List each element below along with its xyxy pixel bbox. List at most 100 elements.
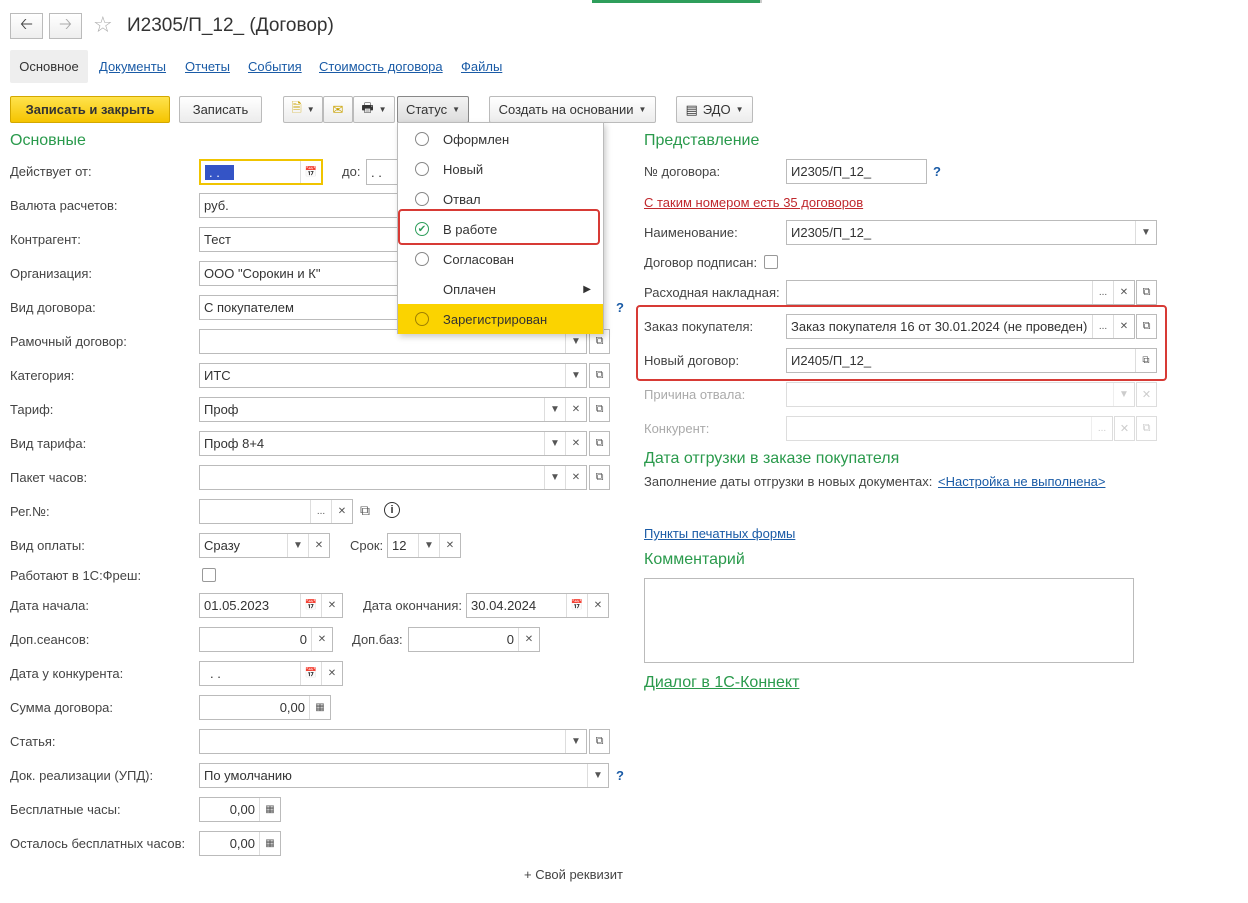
dropdown-icon[interactable]: ▼ [565, 730, 586, 753]
dropdown-icon[interactable]: ▼ [1135, 221, 1156, 244]
calculator-icon[interactable]: ▦ [259, 798, 280, 821]
start-date-field[interactable]: 01.05.2023 📅 ✕ [199, 593, 343, 618]
counterparty-field[interactable]: Тест [199, 227, 398, 252]
clear-icon[interactable]: ✕ [439, 534, 460, 557]
copy-icon[interactable]: ⧉ [360, 502, 370, 519]
sum-field[interactable]: 0,00 ▦ [199, 695, 331, 720]
end-date-field[interactable]: 30.04.2024 📅 ✕ [466, 593, 609, 618]
status-item-registered[interactable]: Зарегистрирован [398, 304, 603, 334]
clear-icon[interactable]: ✕ [518, 628, 539, 651]
clear-icon[interactable]: ✕ [565, 466, 586, 489]
tab-events[interactable]: События [248, 59, 302, 74]
clear-icon[interactable]: ✕ [587, 594, 608, 617]
dropdown-icon[interactable]: ▼ [418, 534, 439, 557]
fresh-checkbox[interactable] [202, 568, 216, 582]
clear-icon[interactable]: ✕ [565, 398, 586, 421]
regno-field[interactable]: ... ✕ [199, 499, 353, 524]
competitor-date-field[interactable]: . . 📅 ✕ [199, 661, 343, 686]
duplicate-number-warning[interactable]: С таким номером есть 35 договоров [644, 195, 863, 210]
tariff-type-field[interactable]: Проф 8+4 ▼ ✕ [199, 431, 587, 456]
edo-button[interactable]: ▤ ЭДО ▼ [676, 96, 753, 123]
category-field[interactable]: ИТС ▼ [199, 363, 587, 388]
dropdown-icon[interactable]: ▼ [544, 432, 565, 455]
order-field[interactable]: Заказ покупателя 16 от 30.01.2024 (не пр… [786, 314, 1135, 339]
calculator-icon[interactable]: ▦ [259, 832, 280, 855]
term-field[interactable]: 12 ▼ ✕ [387, 533, 461, 558]
ship-settings-link[interactable]: <Настройка не выполнена> [938, 474, 1105, 489]
hours-pack-field[interactable]: ▼ ✕ [199, 465, 587, 490]
calendar-icon[interactable]: 📅 [300, 161, 321, 183]
create-doc-button[interactable]: 🗎 ▼ [283, 96, 323, 123]
open-icon[interactable]: ⧉ [589, 465, 610, 490]
open-icon[interactable]: ⧉ [1135, 349, 1156, 372]
tab-documents[interactable]: Документы [99, 59, 166, 74]
open-icon[interactable]: ⧉ [589, 729, 610, 754]
connect-dialog-link[interactable]: Диалог в 1С-Коннект [644, 674, 799, 692]
clear-icon[interactable]: ✕ [331, 500, 352, 523]
dropdown-icon[interactable]: ▼ [287, 534, 308, 557]
new-contract-field[interactable]: И2405/П_12_ ⧉ [786, 348, 1157, 373]
custom-prop-link[interactable]: + Свой реквизит [524, 867, 623, 882]
status-item-agreed[interactable]: Согласован [398, 244, 603, 274]
clear-icon[interactable]: ✕ [321, 594, 342, 617]
email-button[interactable]: ✉ [323, 96, 353, 123]
invoice-field[interactable]: ... ✕ [786, 280, 1135, 305]
currency-field[interactable]: руб. [199, 193, 398, 218]
clear-icon[interactable]: ✕ [311, 628, 332, 651]
select-icon[interactable]: ... [1092, 281, 1113, 304]
calendar-icon[interactable]: 📅 [566, 594, 587, 617]
tariff-field[interactable]: Проф ▼ ✕ [199, 397, 587, 422]
calculator-icon[interactable]: ▦ [309, 696, 330, 719]
upd-field[interactable]: По умолчанию ▼ [199, 763, 609, 788]
save-and-close-button[interactable]: Записать и закрыть [10, 96, 170, 123]
save-button[interactable]: Записать [179, 96, 262, 123]
open-icon[interactable]: ⧉ [589, 397, 610, 422]
to-field[interactable]: . . [366, 159, 398, 185]
status-item-new[interactable]: Новый [398, 154, 603, 184]
article-field[interactable]: ▼ [199, 729, 587, 754]
clear-icon[interactable]: ✕ [1113, 315, 1134, 338]
select-icon[interactable]: ... [310, 500, 331, 523]
name-field[interactable]: И2305/П_12_ ▼ [786, 220, 1157, 245]
sessions-field[interactable]: 0 ✕ [199, 627, 333, 652]
select-icon[interactable]: ... [1092, 315, 1113, 338]
clear-icon[interactable]: ✕ [321, 662, 342, 685]
help-icon[interactable]: ? [616, 300, 624, 315]
back-button[interactable]: 🡠 [10, 13, 43, 39]
tab-contract-cost[interactable]: Стоимость договора [319, 59, 443, 74]
info-icon[interactable]: i [384, 502, 400, 518]
tab-files[interactable]: Файлы [461, 59, 502, 74]
status-item-formed[interactable]: Оформлен [398, 124, 603, 154]
favorite-star-icon[interactable]: ☆ [93, 12, 113, 38]
clear-icon[interactable]: ✕ [308, 534, 329, 557]
contract-type-field[interactable]: С покупателем [199, 295, 398, 320]
help-icon[interactable]: ? [933, 164, 941, 179]
print-points-link[interactable]: Пункты печатных формы [644, 526, 795, 541]
comment-textarea[interactable] [644, 578, 1134, 663]
status-item-paid[interactable]: Оплачен ▶ [398, 274, 603, 304]
signed-checkbox[interactable] [764, 255, 778, 269]
tab-main[interactable]: Основное [10, 50, 88, 83]
status-button[interactable]: Статус ▼ [397, 96, 469, 123]
dropdown-icon[interactable]: ▼ [587, 764, 608, 787]
open-icon[interactable]: ⧉ [1136, 314, 1157, 339]
clear-icon[interactable]: ✕ [1113, 281, 1134, 304]
org-field[interactable]: ООО "Сорокин и К" [199, 261, 398, 286]
calendar-icon[interactable]: 📅 [300, 594, 321, 617]
bases-field[interactable]: 0 ✕ [408, 627, 540, 652]
dropdown-icon[interactable]: ▼ [565, 364, 586, 387]
forward-button[interactable]: 🡢 [49, 13, 82, 39]
dropdown-icon[interactable]: ▼ [544, 466, 565, 489]
create-based-on-button[interactable]: Создать на основании ▼ [489, 96, 656, 123]
help-icon[interactable]: ? [616, 768, 624, 783]
free-left-field[interactable]: 0,00 ▦ [199, 831, 281, 856]
open-icon[interactable]: ⧉ [589, 363, 610, 388]
payment-field[interactable]: Сразу ▼ ✕ [199, 533, 330, 558]
free-hours-field[interactable]: 0,00 ▦ [199, 797, 281, 822]
dropdown-icon[interactable]: ▼ [544, 398, 565, 421]
print-button[interactable]: 🖶 ▼ [353, 96, 395, 123]
calendar-icon[interactable]: 📅 [300, 662, 321, 685]
tab-reports[interactable]: Отчеты [185, 59, 230, 74]
number-field[interactable]: И2305/П_12_ [786, 159, 927, 184]
open-icon[interactable]: ⧉ [589, 431, 610, 456]
